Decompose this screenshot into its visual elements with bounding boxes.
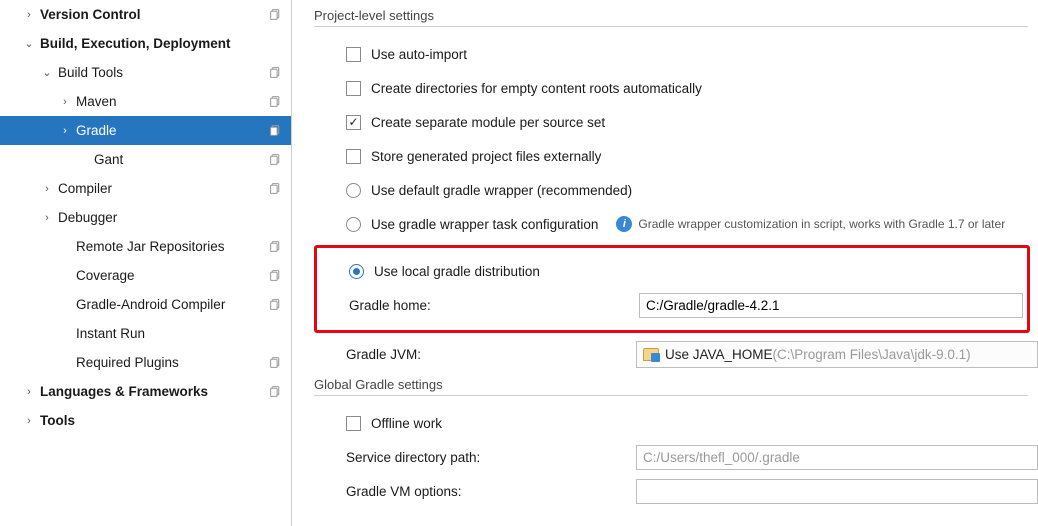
checkbox-offline[interactable]: [346, 416, 361, 431]
tree-item-remote-jar-repositories[interactable]: Remote Jar Repositories: [0, 232, 291, 261]
info-wrapper: i Gradle wrapper customization in script…: [616, 216, 1005, 232]
copy-icon: [269, 269, 283, 283]
chevron-icon: ›: [22, 9, 36, 21]
label-gradle-jvm: Gradle JVM:: [346, 347, 636, 362]
copy-icon: [269, 8, 283, 22]
copy-icon: [269, 385, 283, 399]
label-default-wrapper: Use default gradle wrapper (recommended): [371, 183, 632, 198]
tree-item-gradle[interactable]: › Gradle: [0, 116, 291, 145]
chevron-icon: ⌄: [22, 37, 36, 50]
highlight-box: Use local gradle distribution Gradle hom…: [314, 245, 1030, 333]
tree-item-compiler[interactable]: › Compiler: [0, 174, 291, 203]
copy-icon: [269, 95, 283, 109]
copy-icon: [269, 298, 283, 312]
info-icon: i: [616, 216, 632, 232]
section-project-settings: Project-level settings: [314, 8, 1028, 27]
copy-icon: [269, 66, 283, 80]
chevron-icon: ⌄: [40, 66, 54, 79]
row-offline[interactable]: Offline work: [314, 406, 1038, 440]
copy-icon: [269, 182, 283, 196]
row-vm-options: Gradle VM options:: [314, 474, 1038, 508]
label-task-config: Use gradle wrapper task configuration: [371, 217, 598, 232]
tree-label: Compiler: [58, 181, 265, 196]
dropdown-gradle-jvm[interactable]: Use JAVA_HOME (C:\Program Files\Java\jdk…: [636, 341, 1038, 368]
tree-label: Coverage: [76, 268, 265, 283]
tree-label: Tools: [40, 413, 283, 428]
tree-item-tools[interactable]: › Tools: [0, 406, 291, 435]
tree-item-required-plugins[interactable]: Required Plugins: [0, 348, 291, 377]
row-gradle-jvm: Gradle JVM: Use JAVA_HOME (C:\Program Fi…: [314, 337, 1038, 371]
tree-item-instant-run[interactable]: Instant Run: [0, 319, 291, 348]
sidebar: › Version Control ⌄ Build, Execution, Deplo…: [0, 0, 292, 526]
tree-item-languages-frameworks[interactable]: › Languages & Frameworks: [0, 377, 291, 406]
input-vm-options[interactable]: [636, 479, 1038, 504]
content-panel: Project-level settings Use auto-import C…: [292, 0, 1038, 526]
chevron-icon: ›: [40, 212, 54, 224]
jvm-detail: (C:\Program Files\Java\jdk-9.0.1): [773, 347, 971, 362]
checkbox-store-files[interactable]: [346, 149, 361, 164]
label-store-files: Store generated project files externally: [371, 149, 601, 164]
label-auto-import: Use auto-import: [371, 47, 467, 62]
label-local-dist: Use local gradle distribution: [374, 264, 540, 279]
jvm-value: Use JAVA_HOME: [665, 347, 773, 362]
label-create-module: Create separate module per source set: [371, 115, 605, 130]
tree-label: Gradle: [76, 123, 265, 138]
tree-label: Build, Execution, Deployment: [40, 36, 283, 51]
chevron-icon: ›: [58, 125, 72, 137]
row-create-module[interactable]: Create separate module per source set: [314, 105, 1038, 139]
checkbox-create-module[interactable]: [346, 115, 361, 130]
tree-item-gant[interactable]: Gant: [0, 145, 291, 174]
tree-label: Maven: [76, 94, 265, 109]
row-service-dir: Service directory path:: [314, 440, 1038, 474]
tree-label: Build Tools: [58, 65, 265, 80]
label-offline: Offline work: [371, 416, 442, 431]
row-create-dirs[interactable]: Create directories for empty content roo…: [314, 71, 1038, 105]
section-global-settings: Global Gradle settings: [314, 377, 1028, 396]
folder-icon: [643, 348, 659, 361]
row-task-config[interactable]: Use gradle wrapper task configuration i …: [314, 207, 1038, 241]
radio-task-config[interactable]: [346, 217, 361, 232]
tree-label: Remote Jar Repositories: [76, 239, 265, 254]
tree-label: Required Plugins: [76, 355, 265, 370]
info-text: Gradle wrapper customization in script, …: [638, 217, 1005, 231]
label-vm-options: Gradle VM options:: [346, 484, 636, 499]
radio-local-dist[interactable]: [349, 264, 364, 279]
tree-item-version-control[interactable]: › Version Control: [0, 0, 291, 29]
label-create-dirs: Create directories for empty content roo…: [371, 81, 702, 96]
tree-label: Version Control: [40, 7, 265, 22]
checkbox-create-dirs[interactable]: [346, 81, 361, 96]
chevron-icon: ›: [40, 183, 54, 195]
input-gradle-home[interactable]: [639, 293, 1023, 318]
tree-label: Languages & Frameworks: [40, 384, 265, 399]
copy-icon: [269, 153, 283, 167]
copy-icon: [269, 356, 283, 370]
tree-label: Gradle-Android Compiler: [76, 297, 265, 312]
chevron-icon: ›: [22, 415, 36, 427]
tree-label: Instant Run: [76, 326, 283, 341]
copy-icon: [269, 240, 283, 254]
tree-item-build-tools[interactable]: ⌄ Build Tools: [0, 58, 291, 87]
tree-item-debugger[interactable]: › Debugger: [0, 203, 291, 232]
tree-item-build-execution-deployment[interactable]: ⌄ Build, Execution, Deployment: [0, 29, 291, 58]
tree-label: Debugger: [58, 210, 283, 225]
row-gradle-home: Gradle home:: [321, 288, 1023, 322]
row-auto-import[interactable]: Use auto-import: [314, 37, 1038, 71]
tree-item-coverage[interactable]: Coverage: [0, 261, 291, 290]
tree-item-gradle-android-compiler[interactable]: Gradle-Android Compiler: [0, 290, 291, 319]
chevron-icon: ›: [58, 96, 72, 108]
copy-icon: [269, 124, 283, 138]
label-gradle-home: Gradle home:: [349, 298, 639, 313]
tree-label: Gant: [94, 152, 265, 167]
chevron-icon: ›: [22, 386, 36, 398]
checkbox-auto-import[interactable]: [346, 47, 361, 62]
row-local-dist[interactable]: Use local gradle distribution: [321, 254, 1023, 288]
label-service-dir: Service directory path:: [346, 450, 636, 465]
row-store-files[interactable]: Store generated project files externally: [314, 139, 1038, 173]
row-default-wrapper[interactable]: Use default gradle wrapper (recommended): [314, 173, 1038, 207]
radio-default-wrapper[interactable]: [346, 183, 361, 198]
tree-item-maven[interactable]: › Maven: [0, 87, 291, 116]
input-service-dir[interactable]: [636, 445, 1038, 470]
